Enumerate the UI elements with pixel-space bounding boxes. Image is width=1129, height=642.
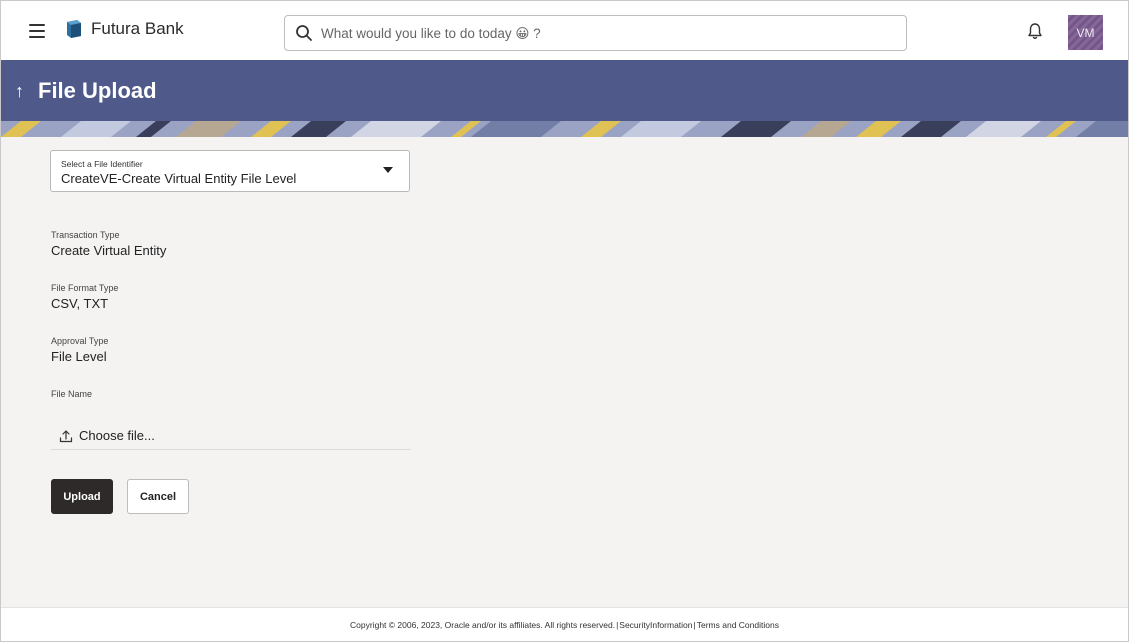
approval-type-label: Approval Type <box>51 336 109 346</box>
user-avatar[interactable]: VM <box>1068 15 1103 50</box>
transaction-type-field: Transaction Type Create Virtual Entity <box>51 230 166 258</box>
page-header-banner: ↑ File Upload <box>1 60 1128 137</box>
footer-separator: | <box>616 619 619 630</box>
transaction-type-value: Create Virtual Entity <box>51 243 167 258</box>
top-bar: Futura Bank VM <box>1 1 1128 60</box>
menu-icon[interactable] <box>29 24 45 38</box>
choose-file-button[interactable]: Choose file... <box>51 428 411 450</box>
footer-separator: | <box>693 619 696 630</box>
notification-bell-icon[interactable] <box>1027 22 1043 40</box>
file-format-type-value: CSV, TXT <box>51 296 109 311</box>
file-name-field: File Name <box>51 389 92 402</box>
file-identifier-label: Select a File Identifier <box>61 159 143 169</box>
up-arrow-icon: ↑ <box>15 80 24 101</box>
approval-type-value: File Level <box>51 349 107 364</box>
file-identifier-value: CreateVE-Create Virtual Entity File Leve… <box>61 171 297 186</box>
search-bar[interactable] <box>284 15 907 51</box>
cancel-button[interactable]: Cancel <box>127 479 189 514</box>
approval-type-field: Approval Type File Level <box>51 336 108 364</box>
chevron-down-icon <box>383 167 393 173</box>
upload-button[interactable]: Upload <box>51 479 113 514</box>
decorative-pattern <box>1 121 1128 137</box>
file-format-type-label: File Format Type <box>51 283 119 293</box>
search-input[interactable] <box>321 25 881 41</box>
footer: Copyright © 2006, 2023, Oracle and/or it… <box>1 607 1128 641</box>
copyright-text: Copyright © 2006, 2023, Oracle and/or it… <box>350 619 616 630</box>
terms-and-conditions-link[interactable]: Terms and Conditions <box>697 620 779 630</box>
upload-icon <box>59 430 73 443</box>
choose-file-label: Choose file... <box>79 428 155 443</box>
brand-name: Futura Bank <box>91 19 184 38</box>
main-content: Select a File Identifier CreateVE-Create… <box>1 137 1128 607</box>
security-information-link[interactable]: SecurityInformation <box>619 620 692 630</box>
file-format-type-field: File Format Type CSV, TXT <box>51 283 118 311</box>
search-icon <box>296 25 312 41</box>
bank-logo-icon <box>67 20 81 38</box>
page-title: File Upload <box>38 78 157 103</box>
brand[interactable]: Futura Bank <box>66 19 184 39</box>
transaction-type-label: Transaction Type <box>51 230 120 240</box>
page-title-group: ↑ File Upload <box>15 78 157 104</box>
file-name-label: File Name <box>51 389 93 399</box>
file-identifier-select[interactable]: Select a File Identifier CreateVE-Create… <box>50 150 410 192</box>
